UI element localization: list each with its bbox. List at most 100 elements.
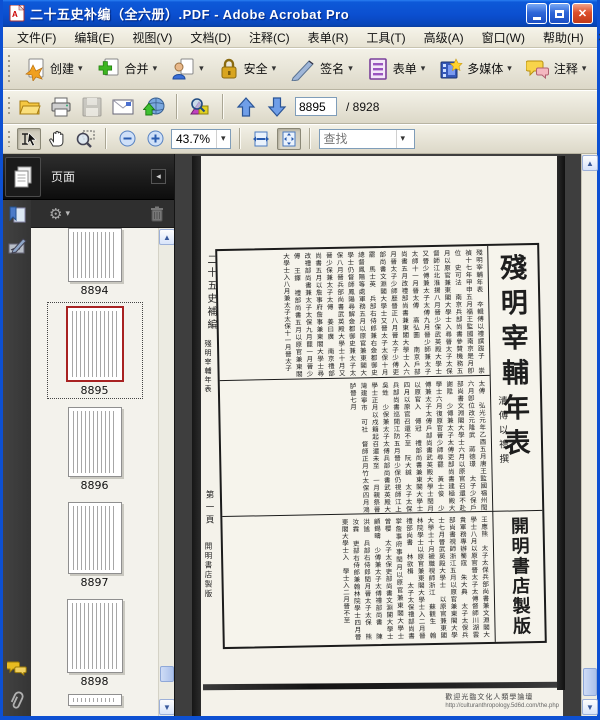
next-page-button[interactable] (264, 94, 290, 120)
collapse-panel-button[interactable]: ◂ (151, 169, 166, 184)
collaborate-button[interactable]: ▾ (166, 54, 209, 84)
sign-label: 签名 (320, 62, 345, 76)
watermark-caption: 歡迎光臨文化人類學論壇 http://culturanthropology.5d… (445, 694, 559, 710)
menu-help[interactable]: 帮助(H) (535, 27, 592, 48)
combine-button[interactable]: 合并 ▾ (92, 54, 163, 84)
fit-page-icon (282, 131, 296, 146)
upload-globe-icon (143, 97, 165, 115)
watermark-line2: http://culturanthropology.5d6d.com/the.p… (445, 702, 559, 709)
page-number-input[interactable] (295, 97, 337, 116)
print-icon (51, 97, 71, 116)
search-button[interactable] (187, 94, 213, 120)
thumbnail-8895[interactable]: 8895 (46, 302, 143, 399)
thumbnail-label: 8898 (80, 675, 109, 688)
fit-page-button[interactable] (276, 127, 301, 150)
attachments-tab[interactable] (8, 690, 26, 710)
scroll-thumb[interactable] (160, 666, 174, 682)
menu-document[interactable]: 文档(D) (182, 27, 239, 48)
comments-tab[interactable] (7, 660, 27, 676)
minimize-icon (532, 16, 541, 20)
hand-tool-button[interactable] (45, 128, 69, 150)
toolbar-grip[interactable] (7, 96, 12, 117)
tasks-toolbar: 创建 ▾ 合并 ▾ ▾ 安全 ▾ 签名 ▾ 表单 ▾ 多媒体 ▾ 注释 ▾ (3, 48, 597, 90)
gear-icon: ⚙ (49, 204, 63, 223)
scroll-up-button[interactable]: ▲ (582, 155, 598, 171)
scroll-up-button[interactable]: ▲ (159, 229, 174, 245)
zoom-in-icon (147, 130, 163, 147)
print-button[interactable] (48, 94, 74, 120)
zoom-out-button[interactable] (115, 128, 139, 150)
save-button[interactable] (79, 94, 105, 120)
zoom-level-input[interactable] (172, 130, 216, 147)
thumbnail-partial[interactable] (67, 694, 122, 706)
multimedia-icon (440, 57, 463, 78)
thumbnail-8896[interactable]: 8896 (67, 407, 122, 492)
menu-advanced[interactable]: 高级(A) (416, 27, 472, 48)
thumbnail-list: 8894 8895 8896 8897 8898 ▲ ▼ (31, 228, 174, 716)
zoom-in-button[interactable] (143, 128, 167, 150)
thumbnail-8897[interactable]: 8897 (67, 502, 122, 589)
document-scrollbar[interactable]: ▲ ▼ (581, 154, 598, 716)
toolbar-grip[interactable] (7, 54, 12, 83)
toolbar-close-icon[interactable]: ✕ (594, 31, 600, 44)
secure-caret-icon: ▾ (271, 63, 277, 73)
document-page: 二十五史補編 殘明宰輔年表 第一頁 開明書店製版 殘明宰輔年表 夲輯傅以禮譔跋子… (192, 156, 565, 716)
document-pane[interactable]: 二十五史補編 殘明宰輔年表 第一頁 開明書店製版 殘明宰輔年表 夲輯傅以禮譔跋子… (175, 154, 598, 716)
scroll-down-button[interactable]: ▼ (159, 699, 174, 715)
open-button[interactable] (17, 94, 43, 120)
minimize-button[interactable] (526, 3, 547, 24)
page-spine-margin: 二十五史補編 殘明宰輔年表 第一頁 開明書店製版 (203, 254, 217, 599)
zoom-caret-icon[interactable]: ▾ (216, 129, 230, 148)
acrobat-app-icon: A (9, 5, 26, 22)
sign-button[interactable]: 签名 ▾ (285, 54, 358, 84)
scan-edge-artifact (202, 681, 562, 691)
bookmarks-tab[interactable] (8, 206, 26, 224)
menu-view[interactable]: 视图(V) (124, 27, 180, 48)
menu-window[interactable]: 窗口(W) (474, 27, 533, 48)
thumbnail-8894[interactable]: 8894 (67, 228, 122, 297)
select-tool-icon (22, 131, 37, 146)
create-pdf-icon (25, 58, 44, 81)
comment-button[interactable]: 注释 ▾ (521, 54, 592, 84)
collaborate-caret-icon: ▾ (199, 63, 204, 73)
multimedia-caret-icon: ▾ (507, 63, 512, 73)
marquee-zoom-button[interactable] (73, 128, 97, 150)
advanced-search-icon (190, 97, 209, 114)
scroll-thumb[interactable] (583, 668, 597, 696)
find-caret-icon[interactable]: ▾ (395, 129, 410, 148)
close-button[interactable]: ✕ (572, 3, 593, 24)
find-input[interactable] (319, 130, 396, 147)
thumbnail-image (67, 407, 122, 477)
multimedia-button[interactable]: 多媒体 ▾ (434, 54, 517, 84)
spine-page-number: 第一頁 (204, 490, 214, 528)
create-pdf-button[interactable]: 创建 ▾ (17, 54, 88, 84)
menu-tools[interactable]: 工具(T) (358, 27, 413, 48)
scroll-down-button[interactable]: ▼ (582, 699, 598, 715)
comment-label: 注释 (553, 62, 578, 76)
menu-edit[interactable]: 编辑(E) (66, 27, 122, 48)
menu-forms[interactable]: 表单(R) (300, 27, 357, 48)
previous-page-button[interactable] (233, 94, 259, 120)
thumbnail-8898[interactable]: 8898 (66, 599, 123, 688)
secure-button[interactable]: 安全 ▾ (213, 54, 282, 84)
menu-comments[interactable]: 注释(C) (241, 27, 298, 48)
maximize-button[interactable] (549, 3, 570, 24)
email-icon (112, 99, 134, 114)
open-folder-icon (19, 100, 41, 114)
delete-pages-button[interactable] (150, 206, 164, 222)
email-button[interactable] (110, 94, 136, 120)
toolbar-grip[interactable] (7, 130, 12, 147)
forms-icon (368, 57, 387, 80)
pages-tab[interactable] (5, 156, 41, 197)
thumbnail-image (66, 599, 123, 673)
save-icon (82, 97, 102, 116)
upload-document-button[interactable] (141, 94, 167, 120)
forms-button[interactable]: 表单 ▾ (362, 54, 431, 84)
select-tool-button[interactable] (17, 127, 41, 150)
options-menu-button[interactable]: ⚙ ▾ (49, 205, 70, 223)
menu-file[interactable]: 文件(F) (9, 27, 64, 48)
thumbnail-scrollbar[interactable]: ▲ ▼ (158, 228, 174, 716)
fit-width-button[interactable] (249, 128, 273, 150)
signatures-tab[interactable] (7, 238, 27, 254)
publisher-column: 開明書店製版 (492, 509, 545, 642)
